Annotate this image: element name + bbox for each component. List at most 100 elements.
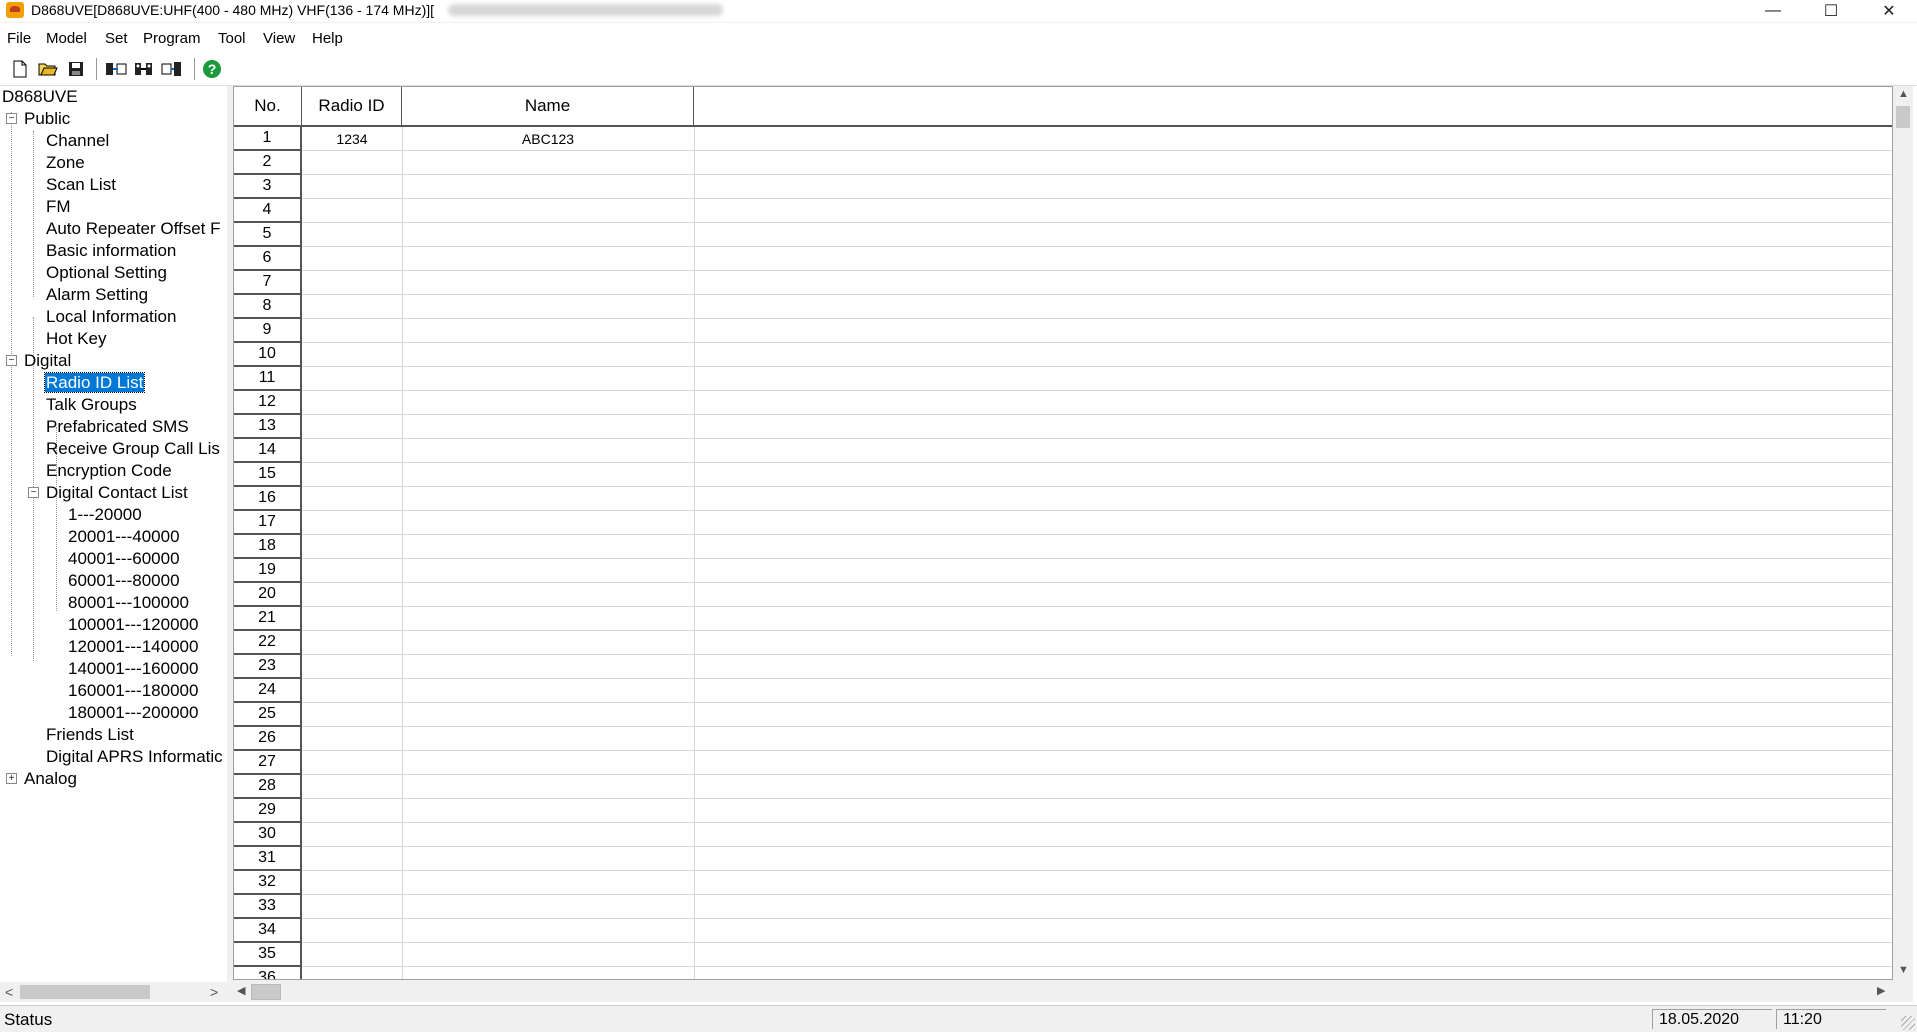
row-number[interactable]: 2 [234,151,302,175]
scroll-thumb[interactable] [20,985,150,999]
row-number[interactable]: 35 [234,943,302,967]
row-number[interactable]: 24 [234,679,302,703]
row-number[interactable]: 3 [234,175,302,199]
tree-node-public[interactable]: Public [24,108,70,129]
row-number[interactable]: 7 [234,271,302,295]
row-number[interactable]: 31 [234,847,302,871]
new-file-icon[interactable] [8,57,32,81]
row-number[interactable]: 28 [234,775,302,799]
tree-item-alarm-setting[interactable]: Alarm Setting [46,284,148,305]
write-to-radio-icon[interactable] [132,57,156,81]
tree-item-contact-range[interactable]: 40001---60000 [68,548,180,569]
menu-model[interactable]: Model [46,30,87,48]
row-number[interactable]: 25 [234,703,302,727]
tree-node-analog[interactable]: Analog [24,768,77,789]
row-number[interactable]: 17 [234,511,302,535]
open-folder-icon[interactable] [36,57,60,81]
menu-set[interactable]: Set [105,30,128,48]
row-number[interactable]: 36 [234,967,302,979]
row-number[interactable]: 8 [234,295,302,319]
tree-item-auto-repeater-offset[interactable]: Auto Repeater Offset F [46,218,221,239]
column-header-no[interactable]: No. [234,87,303,127]
tree-root[interactable]: D868UVE [2,86,78,107]
radio-program-icon[interactable] [160,57,184,81]
row-number[interactable]: 18 [234,535,302,559]
menu-help[interactable]: Help [312,30,343,48]
tree-item-optional-setting[interactable]: Optional Setting [46,262,167,283]
row-number[interactable]: 6 [234,247,302,271]
cell-radio-id[interactable]: 1234 [302,127,402,151]
row-number[interactable]: 16 [234,487,302,511]
tree-item-digital-aprs-information[interactable]: Digital APRS Informatic [46,746,223,767]
tree-item-zone[interactable]: Zone [46,152,85,173]
tree-item-contact-range[interactable]: 80001---100000 [68,592,189,613]
help-icon[interactable]: ? [200,57,224,81]
row-number[interactable]: 34 [234,919,302,943]
model-tree[interactable]: D868UVE − Public Channel Zone Scan List … [0,86,227,980]
tree-item-friends-list[interactable]: Friends List [46,724,134,745]
row-number[interactable]: 23 [234,655,302,679]
resize-grip-icon[interactable] [1901,1016,1915,1030]
row-number[interactable]: 4 [234,199,302,223]
row-number[interactable]: 27 [234,751,302,775]
expand-analog-icon[interactable]: + [6,773,17,784]
row-number[interactable]: 30 [234,823,302,847]
row-number[interactable]: 33 [234,895,302,919]
menu-tool[interactable]: Tool [218,30,246,48]
tree-item-contact-range[interactable]: 180001---200000 [68,702,198,723]
tree-item-hot-key[interactable]: Hot Key [46,328,106,349]
row-number[interactable]: 10 [234,343,302,367]
row-number[interactable]: 26 [234,727,302,751]
scroll-left-icon[interactable]: < [5,982,13,1002]
close-button[interactable]: ✕ [1860,0,1917,22]
collapse-digital-icon[interactable]: − [6,355,17,366]
tree-item-receive-group-call-list[interactable]: Receive Group Call Lis [46,438,220,459]
tree-item-contact-range[interactable]: 140001---160000 [68,658,198,679]
tree-horizontal-scrollbar[interactable]: < > [0,982,227,1002]
tree-item-scan-list[interactable]: Scan List [46,174,116,195]
menu-view[interactable]: View [263,30,295,48]
tree-item-local-information[interactable]: Local Information [46,306,176,327]
row-number[interactable]: 19 [234,559,302,583]
cell-name[interactable]: ABC123 [402,127,694,151]
row-number[interactable]: 20 [234,583,302,607]
radio-id-table[interactable]: No. Radio ID Name 1 1234 ABC123 2 3 4 5 6 7 8 9 10 1… [233,86,1893,980]
row-number[interactable]: 5 [234,223,302,247]
tree-item-contact-range[interactable]: 60001---80000 [68,570,180,591]
tree-node-digital-contact-list[interactable]: Digital Contact List [46,482,188,503]
scroll-right-icon[interactable]: > [210,982,218,1002]
row-number[interactable]: 1 [234,127,302,151]
scroll-thumb[interactable] [251,984,281,1000]
grid-horizontal-scrollbar[interactable]: ◀ ▶ [233,980,1913,1002]
column-header-name[interactable]: Name [402,87,695,127]
tree-item-contact-range[interactable]: 1---20000 [68,504,142,525]
tree-item-radio-id-list[interactable]: Radio ID List [43,372,146,393]
tree-item-basic-information[interactable]: Basic information [46,240,176,261]
row-number[interactable]: 12 [234,391,302,415]
row-number[interactable]: 21 [234,607,302,631]
collapse-contact-list-icon[interactable]: − [28,487,39,498]
row-number[interactable]: 22 [234,631,302,655]
menu-program[interactable]: Program [143,30,201,48]
row-number[interactable]: 15 [234,463,302,487]
tree-item-prefabricated-sms[interactable]: Prefabricated SMS [46,416,189,437]
scroll-thumb[interactable] [1896,106,1910,128]
scroll-up-icon[interactable]: ▲ [1898,84,1909,104]
row-number[interactable]: 32 [234,871,302,895]
tree-item-contact-range[interactable]: 160001---180000 [68,680,198,701]
tree-item-contact-range[interactable]: 100001---120000 [68,614,198,635]
tree-node-digital[interactable]: Digital [24,350,71,371]
scroll-left-icon[interactable]: ◀ [237,981,245,1001]
maximize-button[interactable]: ☐ [1802,0,1860,22]
row-number[interactable]: 13 [234,415,302,439]
tree-item-contact-range[interactable]: 120001---140000 [68,636,198,657]
tree-item-encryption-code[interactable]: Encryption Code [46,460,172,481]
row-number[interactable]: 14 [234,439,302,463]
row-number[interactable]: 11 [234,367,302,391]
row-number[interactable]: 29 [234,799,302,823]
row-number[interactable]: 9 [234,319,302,343]
minimize-button[interactable]: — [1744,0,1802,22]
scroll-down-icon[interactable]: ▼ [1898,960,1909,980]
tree-item-fm[interactable]: FM [46,196,71,217]
grid-vertical-scrollbar[interactable]: ▲ ▼ [1893,86,1913,980]
